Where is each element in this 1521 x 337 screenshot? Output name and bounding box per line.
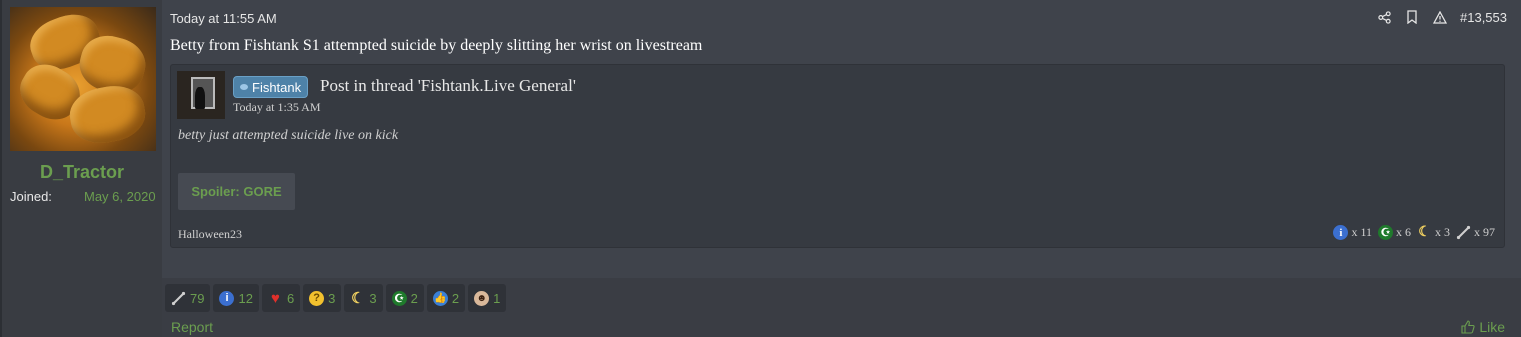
- spoiler-button[interactable]: Spoiler: GORE: [178, 173, 295, 210]
- info-icon: i: [219, 290, 235, 306]
- reaction-count: 3: [369, 290, 377, 306]
- info-icon: i: [1333, 225, 1349, 240]
- thumbs-up-outline-icon: [1461, 320, 1475, 334]
- user-sidebar: D_Tractor Joined: May 6, 2020: [2, 0, 162, 337]
- reaction-count: 6: [286, 290, 295, 306]
- face-icon: ☻: [474, 290, 490, 306]
- reaction-info[interactable]: i 12: [213, 284, 259, 312]
- embedded-post[interactable]: Fishtank Post in thread 'Fishtank.Live G…: [170, 64, 1505, 248]
- embed-reactions: i x 11 ☪ x 6 ☾ x 3 x 97: [1333, 225, 1498, 240]
- post-timestamp[interactable]: Today at 11:55 AM: [170, 11, 277, 26]
- reaction-crescent-star[interactable]: ☪ 2: [385, 284, 424, 312]
- embed-reaction-count: x 11: [1351, 225, 1372, 239]
- reaction-count: 3: [328, 290, 336, 306]
- reaction-bar: 79 i 12 ♥ 6 ? 3 ☾ 3 ☪ 2 👍 2 ☻ 1: [165, 284, 507, 312]
- reaction-bone[interactable]: 79: [165, 284, 211, 312]
- reaction-heart[interactable]: ♥ 6: [261, 284, 301, 312]
- share-icon[interactable]: [1376, 9, 1392, 25]
- thumbs-up-icon: 👍: [432, 290, 448, 306]
- embed-reaction-count: x 6: [1396, 225, 1411, 239]
- bookmark-icon[interactable]: [1404, 9, 1420, 25]
- embed-reaction-count: x 97: [1474, 225, 1495, 239]
- reaction-count: 1: [493, 290, 501, 306]
- bone-icon: [1456, 225, 1471, 240]
- reaction-count: 79: [190, 290, 205, 306]
- forum-tag-label: Fishtank: [252, 79, 302, 95]
- post-title: Betty from Fishtank S1 attempted suicide…: [170, 37, 703, 54]
- report-warning-icon[interactable]: [1432, 9, 1448, 25]
- embed-time: Today at 1:35 AM: [233, 100, 321, 114]
- like-button[interactable]: Like: [1461, 319, 1505, 335]
- crescent-star-icon: ☪: [1378, 225, 1393, 240]
- fish-icon: [240, 84, 248, 90]
- forum-tag[interactable]: Fishtank: [233, 76, 309, 98]
- embed-post-label[interactable]: Post in thread 'Fishtank.Live General': [320, 76, 576, 96]
- reaction-thinking[interactable]: ? 3: [303, 284, 342, 312]
- reaction-face[interactable]: ☻ 1: [468, 284, 507, 312]
- reaction-count: 12: [238, 290, 253, 306]
- moon-icon: ☾: [351, 290, 365, 307]
- like-label: Like: [1479, 319, 1505, 335]
- figure-shape: [195, 87, 205, 109]
- embed-signature: Halloween23: [178, 227, 242, 241]
- bone-icon: [171, 291, 186, 306]
- post-number[interactable]: #13,553: [1460, 10, 1507, 25]
- post-main: Today at 11:55 AM #13,553 Betty from Fis…: [162, 0, 1521, 278]
- reaction-count: 2: [451, 290, 460, 306]
- embed-thumbnail[interactable]: [177, 71, 225, 119]
- report-link[interactable]: Report: [171, 319, 213, 335]
- reaction-count: 2: [410, 290, 418, 306]
- embed-reaction-count: x 3: [1435, 225, 1450, 239]
- username[interactable]: D_Tractor: [2, 162, 162, 183]
- reaction-thumbs-up[interactable]: 👍 2: [426, 284, 466, 312]
- post-actions: #13,553: [1376, 9, 1507, 25]
- embed-body: betty just attempted suicide live on kic…: [178, 128, 399, 143]
- forum-post: D_Tractor Joined: May 6, 2020 Today at 1…: [0, 0, 1521, 337]
- joined-label: Joined:: [10, 189, 52, 204]
- reaction-moon[interactable]: ☾ 3: [344, 284, 383, 312]
- user-avatar[interactable]: [10, 7, 156, 151]
- thinking-face-icon: ?: [309, 290, 325, 306]
- moon-icon: ☾: [1418, 225, 1431, 240]
- joined-date: May 6, 2020: [84, 189, 156, 204]
- heart-icon: ♥: [270, 289, 280, 307]
- crescent-star-icon: ☪: [391, 290, 407, 306]
